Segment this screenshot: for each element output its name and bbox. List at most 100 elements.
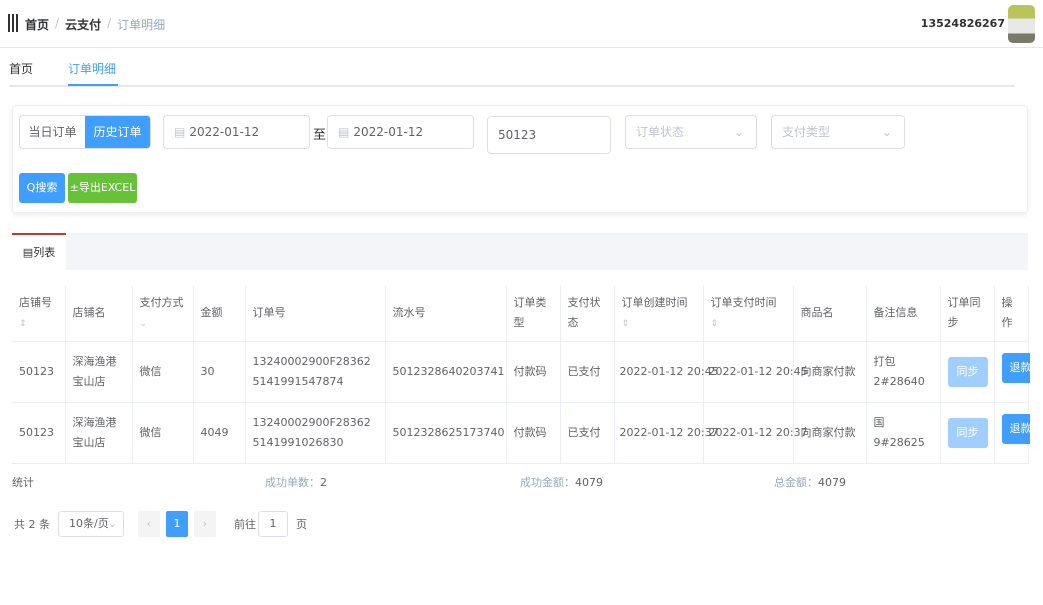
chevron-down-icon: ⌄	[882, 116, 892, 148]
tab-order-detail[interactable]: 订单明细	[68, 60, 116, 77]
top-header: 首页 / 云支付 / 订单明细 13524826267	[0, 0, 1043, 48]
cell-goods: 向商家付款	[793, 341, 866, 402]
page-size-select[interactable]: 10条/页⌄	[58, 511, 124, 537]
start-date-input[interactable]: ▤2022-01-12	[163, 115, 310, 149]
sort-icon[interactable]: ⇕	[622, 319, 630, 329]
col-created-time[interactable]: 订单创建时间 ⇕	[614, 286, 703, 341]
tab-home[interactable]: 首页	[9, 60, 33, 77]
chevron-down-icon: ⌄	[108, 512, 117, 536]
success-amount: 成功金额：4079	[520, 474, 603, 490]
sort-icon[interactable]: ⇕	[19, 319, 27, 329]
cell-serial-no: 5012328625173740	[385, 402, 506, 463]
breadcrumb-cloud-pay[interactable]: 云支付	[65, 16, 101, 33]
cell-store-name: 深海渔港宝山店	[65, 402, 132, 463]
page-unit-label: 页	[296, 516, 307, 532]
col-label: 订单支付时间	[711, 296, 777, 309]
col-actions: 操作	[994, 286, 1028, 341]
filter-chevron-icon[interactable]: ⌄	[140, 319, 148, 329]
calendar-icon: ▤	[338, 125, 349, 139]
col-goods: 商品名	[793, 286, 866, 341]
col-serial-no: 流水号	[385, 286, 506, 341]
refund-button[interactable]: 退款	[1002, 353, 1030, 383]
cell-paid: 2022-01-12 20:45	[703, 341, 793, 402]
sync-button[interactable]: 同步	[948, 418, 988, 448]
col-remark: 备注信息	[866, 286, 940, 341]
cell-store-no: 50123	[12, 341, 65, 402]
store-no-input[interactable]: 50123	[487, 116, 611, 154]
cell-store-no: 50123	[12, 402, 65, 463]
cell-order-type: 付款码	[506, 402, 560, 463]
breadcrumb: 首页 / 云支付 / 订单明细	[25, 16, 165, 33]
sync-button[interactable]: 同步	[948, 357, 988, 387]
goto-label: 前往	[234, 516, 256, 532]
export-excel-button[interactable]: ±导出EXCEL	[68, 173, 137, 203]
cell-pay-method: 微信	[132, 341, 193, 402]
breadcrumb-home[interactable]: 首页	[25, 16, 49, 33]
cell-paid: 2022-01-12 20:37	[703, 402, 793, 463]
table-header-row: 店铺号⇕ 店铺名 支付方式⌄ 金额 订单号 流水号 订单类型 支付状态 订单创建…	[12, 286, 1028, 341]
cell-remark: 国9#28625	[866, 402, 940, 463]
next-page-button[interactable]: ›	[194, 511, 216, 537]
page-1-button[interactable]: 1	[166, 511, 188, 537]
col-label: 订单创建时间	[622, 296, 688, 309]
cell-amount: 4049	[193, 402, 245, 463]
col-label: 店铺号	[19, 296, 52, 309]
goto-page-input[interactable]: 1	[258, 511, 288, 537]
table-row: 50123 深海渔港宝山店 微信 4049 13240002900F283625…	[12, 402, 1028, 463]
history-orders-button[interactable]: 历史订单	[85, 116, 150, 148]
col-pay-status: 支付状态	[560, 286, 614, 341]
table-row: 50123 深海渔港宝山店 微信 30 13240002900F28362514…	[12, 341, 1028, 402]
hamburger-icon[interactable]	[8, 14, 18, 32]
cell-pay-method: 微信	[132, 402, 193, 463]
breadcrumb-separator: /	[107, 16, 111, 33]
cell-serial-no: 5012328640203741	[385, 341, 506, 402]
cell-actions: 退款	[994, 341, 1028, 402]
col-pay-method[interactable]: 支付方式 ⌄	[132, 286, 193, 341]
prev-page-button[interactable]: ‹	[138, 511, 160, 537]
refund-button[interactable]: 退款	[1002, 414, 1030, 444]
cell-order-type: 付款码	[506, 341, 560, 402]
col-label: 支付方式	[140, 296, 184, 309]
cell-amount: 30	[193, 341, 245, 402]
sort-icon[interactable]: ⇕	[711, 319, 719, 329]
pay-type-select[interactable]: 支付类型 ⌄	[771, 115, 905, 149]
cell-goods: 向商家付款	[793, 402, 866, 463]
list-tab[interactable]: ▤列表	[12, 233, 66, 270]
cell-store-name: 深海渔港宝山店	[65, 341, 132, 402]
col-store-no[interactable]: 店铺号 ⇕	[12, 286, 65, 341]
end-date-value: 2022-01-12	[353, 125, 423, 139]
order-range-toggle: 当日订单 历史订单	[19, 115, 151, 149]
success-count-label: 成功单数：	[265, 476, 320, 489]
order-status-placeholder: 订单状态	[636, 125, 684, 139]
success-amount-label: 成功金额：	[520, 476, 575, 489]
order-status-select[interactable]: 订单状态 ⌄	[625, 115, 757, 149]
chevron-down-icon: ⌄	[734, 116, 744, 148]
search-button[interactable]: Q搜索	[19, 173, 65, 203]
pay-type-placeholder: 支付类型	[782, 125, 830, 139]
filter-card: 当日订单 历史订单 ▤2022-01-12 至 ▤2022-01-12 5012…	[12, 105, 1028, 213]
breadcrumb-separator: /	[55, 16, 59, 33]
cell-actions: 退款	[994, 402, 1028, 463]
pagination: 共 2 条 10条/页⌄ ‹ 1 › 前往 1 页	[14, 511, 307, 537]
cell-order-no: 13240002900F283625141991547874	[245, 341, 385, 402]
col-amount: 金额	[193, 286, 245, 341]
list-tab-strip: ▤列表	[12, 233, 1028, 270]
success-count-value: 2	[320, 476, 327, 489]
avatar[interactable]	[1008, 5, 1035, 43]
total-amount: 总金额：4079	[774, 474, 846, 490]
today-orders-button[interactable]: 当日订单	[20, 116, 85, 148]
calendar-icon: ▤	[174, 125, 185, 139]
end-date-input[interactable]: ▤ 2022-01-12	[327, 115, 474, 149]
total-amount-label: 总金额：	[774, 476, 818, 489]
orders-table: 店铺号⇕ 店铺名 支付方式⌄ 金额 订单号 流水号 订单类型 支付状态 订单创建…	[12, 286, 1029, 464]
cell-remark: 打包2#28640	[866, 341, 940, 402]
cell-created: 2022-01-12 20:45	[614, 341, 703, 402]
cell-pay-status: 已支付	[560, 341, 614, 402]
username[interactable]: 13524826267	[921, 17, 1005, 30]
active-tab-indicator	[68, 84, 118, 86]
total-count: 共 2 条	[14, 516, 50, 532]
cell-sync: 同步	[940, 402, 994, 463]
col-paid-time[interactable]: 订单支付时间 ⇕	[703, 286, 793, 341]
total-amount-value: 4079	[818, 476, 846, 489]
col-order-no: 订单号	[245, 286, 385, 341]
